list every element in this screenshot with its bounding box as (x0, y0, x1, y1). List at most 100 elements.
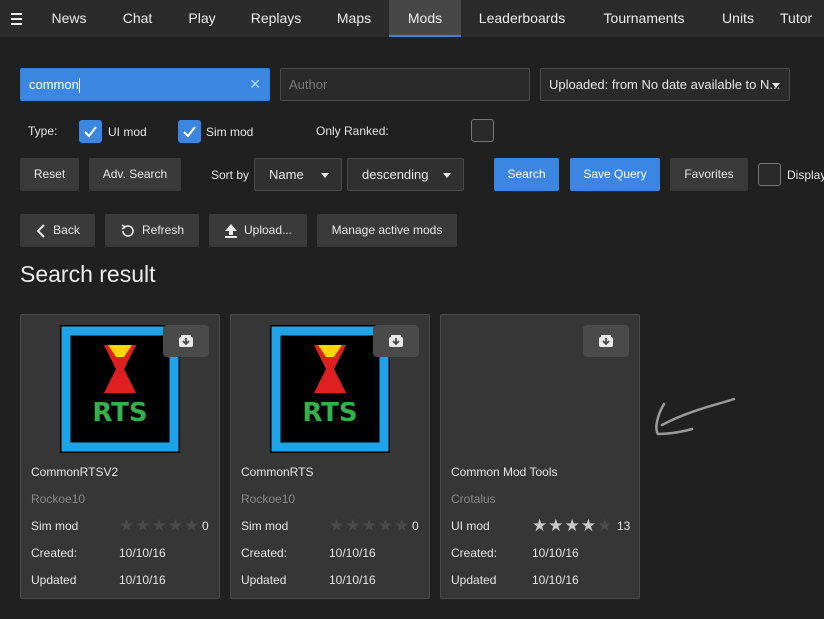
save-query-button[interactable]: Save Query (570, 158, 660, 191)
tab-news[interactable]: News (40, 0, 98, 37)
star-icon: ★ (564, 516, 581, 535)
chevron-down-icon (321, 173, 329, 178)
date-filter-dropdown[interactable]: Uploaded: from No date available to N... (540, 68, 790, 101)
display-checkbox[interactable] (758, 163, 781, 186)
created-date: 10/10/16 (532, 546, 579, 560)
refresh-icon (121, 224, 134, 237)
mod-type: Sim mod (31, 519, 79, 533)
sort-order-dropdown[interactable]: descending (347, 158, 464, 191)
star-icon: ★ (361, 516, 378, 535)
star-icon: ★ (135, 516, 152, 535)
rating-stars: ★★★★★ (329, 516, 411, 535)
star-icon: ★ (532, 516, 549, 535)
menu-icon[interactable] (0, 0, 33, 37)
star-icon: ★ (151, 516, 168, 535)
adv-search-button[interactable]: Adv. Search (89, 158, 181, 191)
updated-date: 10/10/16 (119, 573, 166, 587)
star-icon: ★ (184, 516, 201, 535)
rating-stars: ★★★★★ (532, 516, 614, 535)
upload-label: Upload... (243, 223, 293, 237)
refresh-button[interactable]: Refresh (105, 214, 199, 247)
author-placeholder: Author (289, 77, 328, 92)
mod-thumbnail: RTS (270, 325, 390, 453)
created-date: 10/10/16 (119, 546, 166, 560)
back-button[interactable]: Back (20, 214, 95, 247)
tab-mods[interactable]: Mods (389, 0, 461, 37)
reset-button[interactable]: Reset (20, 158, 79, 191)
display-label: Display (787, 168, 824, 182)
back-label: Back (53, 223, 80, 237)
sort-by-label: Sort by (211, 168, 250, 182)
mod-author: Rockoe10 (241, 492, 296, 506)
tab-maps[interactable]: Maps (325, 0, 383, 37)
download-icon[interactable] (583, 325, 629, 357)
check-icon (183, 126, 196, 138)
thumbnail-text: RTS (92, 398, 147, 428)
mod-type: UI mod (451, 519, 490, 533)
thumbnail-text: RTS (302, 398, 357, 428)
only-ranked-checkbox[interactable] (471, 119, 494, 142)
results-title: Search result (20, 261, 156, 287)
mod-author: Crotalus (451, 492, 496, 506)
rating-stars: ★★★★★ (119, 516, 201, 535)
updated-label: Updated (241, 573, 287, 587)
upload-button[interactable]: Upload... (209, 214, 307, 247)
back-arrow-icon (36, 224, 45, 238)
updated-date: 10/10/16 (329, 573, 376, 587)
sort-order-value: descending (362, 167, 429, 182)
ui-mod-label: UI mod (108, 125, 147, 139)
updated-label: Updated (451, 573, 497, 587)
mod-title: CommonRTS (241, 465, 314, 479)
mod-card[interactable]: RTS CommonRTS Rockoe10 Sim mod ★★★★★ 0 C… (230, 314, 430, 599)
sort-field-dropdown[interactable]: Name (254, 158, 342, 191)
tab-replays[interactable]: Replays (238, 0, 314, 37)
mod-card[interactable]: Common Mod Tools Crotalus UI mod ★★★★★ 1… (440, 314, 640, 599)
ui-mod-checkbox[interactable] (79, 120, 102, 143)
chevron-down-icon (772, 83, 780, 88)
manage-active-mods-button[interactable]: Manage active mods (317, 214, 457, 247)
download-icon[interactable] (373, 325, 419, 357)
rating-count: 0 (202, 519, 209, 533)
search-button[interactable]: Search (494, 158, 559, 191)
refresh-label: Refresh (141, 223, 185, 237)
created-label: Created: (31, 546, 78, 560)
download-icon[interactable] (163, 325, 209, 357)
name-search-value: common (29, 77, 79, 92)
star-icon: ★ (119, 516, 136, 535)
mod-card[interactable]: RTS CommonRTSV2 Rockoe10 Sim mod ★★★★★ 0… (20, 314, 220, 599)
sim-mod-label: Sim mod (206, 125, 254, 139)
tab-leaderboards[interactable]: Leaderboards (468, 0, 576, 37)
sim-mod-checkbox[interactable] (178, 120, 201, 143)
mod-title: CommonRTSV2 (31, 465, 119, 479)
created-label: Created: (241, 546, 288, 560)
mod-thumbnail: RTS (60, 325, 180, 453)
upload-icon (224, 223, 237, 238)
star-icon: ★ (548, 516, 565, 535)
created-label: Created: (451, 546, 498, 560)
rating-count: 13 (617, 519, 631, 533)
rating-count: 0 (412, 519, 419, 533)
chevron-down-icon (443, 173, 451, 178)
star-icon: ★ (345, 516, 362, 535)
author-input[interactable]: Author (280, 68, 530, 101)
tab-tournaments[interactable]: Tournaments (590, 0, 698, 37)
star-icon: ★ (329, 516, 346, 535)
clear-icon[interactable]: ✕ (249, 69, 261, 100)
tab-tutorials[interactable]: Tutor (780, 0, 824, 37)
star-icon: ★ (597, 516, 614, 535)
date-filter-value: Uploaded: from No date available to N... (549, 77, 781, 92)
tab-play[interactable]: Play (176, 0, 228, 37)
tab-units[interactable]: Units (712, 0, 764, 37)
type-label: Type: (28, 124, 58, 138)
created-date: 10/10/16 (329, 546, 376, 560)
star-icon: ★ (377, 516, 394, 535)
favorites-button[interactable]: Favorites (670, 158, 748, 191)
star-icon: ★ (394, 516, 411, 535)
only-ranked-label: Only Ranked: (316, 124, 389, 138)
tab-chat[interactable]: Chat (110, 0, 165, 37)
sort-field-value: Name (269, 167, 304, 182)
mod-type: Sim mod (241, 519, 289, 533)
check-icon (84, 126, 97, 138)
mod-title: Common Mod Tools (451, 465, 558, 479)
name-search-input[interactable]: common ✕ (20, 68, 270, 101)
